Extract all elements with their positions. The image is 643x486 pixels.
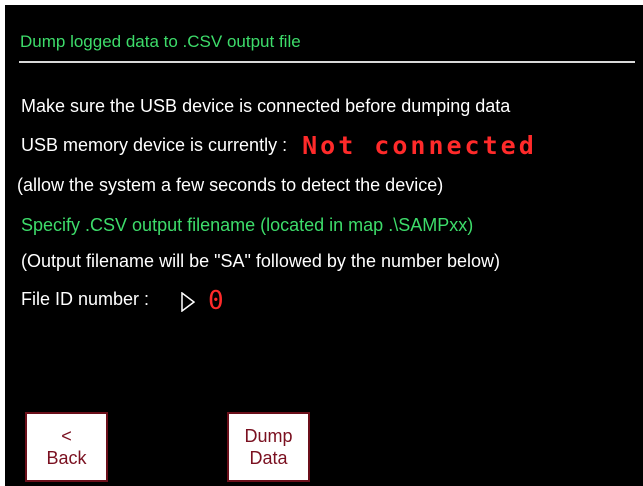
usb-status-label: USB memory device is currently : xyxy=(21,135,288,155)
detection-note-text: (allow the system a few seconds to detec… xyxy=(17,175,444,195)
dump-button-label-line2: Data xyxy=(249,448,288,468)
dump-data-screen: Dump logged data to .CSV output file Mak… xyxy=(5,5,643,486)
filename-note-text: (Output filename will be "SA" followed b… xyxy=(21,251,501,271)
file-id-value[interactable]: 0 xyxy=(208,288,224,314)
file-id-label: File ID number : xyxy=(21,289,150,309)
back-button-arrow: < xyxy=(61,426,72,446)
filename-instruction-text: Specify .CSV output filename (located in… xyxy=(21,215,474,235)
play-arrow-icon[interactable] xyxy=(181,292,195,312)
back-button-label: Back xyxy=(46,448,87,468)
title-divider xyxy=(19,61,635,63)
usb-status-row: USB memory device is currently : Not con… xyxy=(21,131,537,160)
back-button[interactable]: < Back xyxy=(25,412,108,482)
dump-button-label-line1: Dump xyxy=(244,426,293,446)
usb-instruction-text: Make sure the USB device is connected be… xyxy=(21,96,511,116)
page-title: Dump logged data to .CSV output file xyxy=(20,32,301,51)
dump-data-button[interactable]: Dump Data xyxy=(227,412,310,482)
usb-status-value: Not connected xyxy=(302,131,537,160)
